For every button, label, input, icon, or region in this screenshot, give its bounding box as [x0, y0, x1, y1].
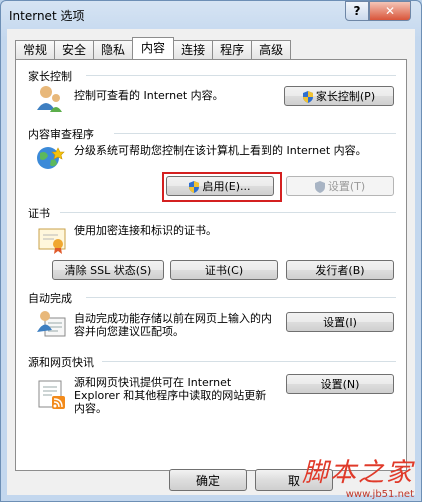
enable-button-label: 启用(E)... [202, 180, 251, 193]
certificate-icon [38, 228, 66, 254]
content-advisor-description: 分级系统可帮助您控制在该计算机上看到的 Internet 内容。 [74, 144, 367, 157]
certificates-description: 使用加密连接和标识的证书。 [74, 224, 217, 237]
title-bar[interactable]: Internet 选项 ? ✕ [1, 1, 421, 27]
tab-content[interactable]: 内容 [132, 37, 175, 59]
watermark-logo-text: 脚本之家 [301, 458, 414, 488]
divider [60, 212, 396, 213]
autocomplete-settings-button[interactable]: 设置(I) [286, 312, 394, 332]
close-button[interactable]: ✕ [369, 1, 411, 21]
window-title: Internet 选项 [9, 9, 85, 23]
divider [86, 297, 396, 298]
parental-controls-icon [37, 86, 62, 112]
content-advisor-settings-button[interactable]: 设置(T) [286, 176, 394, 196]
feeds-icon [38, 380, 65, 409]
tab-advanced[interactable]: 高级 [251, 40, 292, 59]
uac-shield-icon [189, 181, 200, 193]
content-advisor-globe-icon [37, 147, 65, 169]
tab-connections[interactable]: 连接 [173, 40, 214, 59]
certificates-heading: 证书 [28, 207, 50, 220]
divider [86, 75, 396, 76]
enable-content-advisor-button[interactable]: 启用(E)... [166, 176, 274, 196]
tab-privacy[interactable]: 隐私 [93, 40, 134, 59]
tab-programs[interactable]: 程序 [212, 40, 253, 59]
feeds-heading: 源和网页快讯 [28, 356, 94, 369]
feeds-description: 源和网页快讯提供可在 Internet Explorer 和其他程序中读取的网站… [74, 376, 267, 415]
feeds-settings-button[interactable]: 设置(N) [286, 374, 394, 394]
ok-button[interactable]: 确定 [169, 469, 247, 491]
uac-shield-icon [314, 181, 325, 193]
help-button[interactable]: ? [345, 1, 369, 21]
divider [102, 361, 396, 362]
autocomplete-heading: 自动完成 [28, 292, 72, 305]
internet-options-window: Internet 选项 ? ✕ 常规 安全 隐私 内容 连接 程序 高级 家长控… [0, 0, 422, 502]
content-tab-panel: 家长控制 控制可查看的 Internet 内容。 家长控制(P) 内容审查程序 … [15, 59, 407, 471]
tab-strip: 常规 安全 隐私 内容 连接 程序 高级 [15, 37, 292, 59]
parental-controls-description: 控制可查看的 Internet 内容。 [74, 89, 224, 102]
autocomplete-icon [37, 311, 66, 337]
parental-controls-button-label: 家长控制(P) [315, 90, 376, 103]
certificates-button[interactable]: 证书(C) [170, 260, 278, 280]
tab-general[interactable]: 常规 [15, 40, 56, 59]
parental-controls-button[interactable]: 家长控制(P) [284, 86, 394, 106]
divider [114, 133, 396, 134]
autocomplete-description: 自动完成功能存储以前在网页上输入的内容并向您建议匹配项。 [74, 312, 272, 338]
publishers-button[interactable]: 发行者(B) [286, 260, 394, 280]
settings-button-label: 设置(T) [327, 180, 366, 193]
dialog-client: 常规 安全 隐私 内容 连接 程序 高级 家长控制 控制可查看的 Interne… [7, 29, 415, 495]
tab-security[interactable]: 安全 [54, 40, 95, 59]
watermark: 脚本之家 www.jb51.net [302, 452, 414, 500]
watermark-url: www.jb51.net [345, 489, 414, 500]
content-advisor-heading: 内容审查程序 [28, 128, 94, 141]
uac-shield-icon [302, 91, 313, 103]
clear-ssl-state-button[interactable]: 清除 SSL 状态(S) [52, 260, 164, 280]
